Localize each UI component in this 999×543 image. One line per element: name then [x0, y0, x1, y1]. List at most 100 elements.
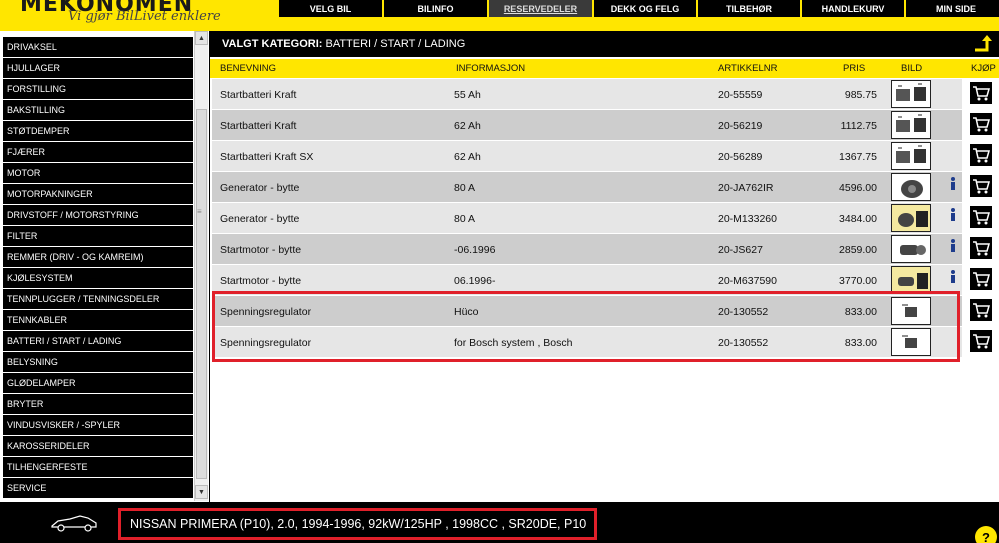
- sidebar-item-drivstoff[interactable]: DRIVSTOFF / MOTORSTYRING: [3, 205, 193, 225]
- sidebar-item-filter[interactable]: FILTER: [3, 226, 193, 246]
- nav-velg-bil[interactable]: VELG BIL: [279, 0, 382, 17]
- shopping-cart-icon[interactable]: [970, 82, 992, 104]
- cell-info: for Bosch system , Bosch: [454, 337, 573, 349]
- shopping-cart-icon[interactable]: [970, 113, 992, 135]
- sidebar-item-stotdemper[interactable]: STØTDEMPER: [3, 121, 193, 141]
- col-header-price[interactable]: PRIS: [843, 63, 865, 74]
- regulator-thumbnail[interactable]: [891, 297, 931, 325]
- category-title: VALGT KATEGORI: BATTERI / START / LADING: [222, 38, 465, 50]
- info-icon[interactable]: [949, 270, 957, 284]
- cell-article: 20-56289: [718, 151, 763, 163]
- table-row[interactable]: Spenningsregulator for Bosch system , Bo…: [212, 327, 962, 357]
- cell-info: -06.1996: [454, 244, 496, 256]
- cell-price: 833.00: [844, 306, 877, 318]
- table-row[interactable]: Generator - bytte 80 A 20-M133260 3484.0…: [212, 203, 962, 233]
- nav-bilinfo[interactable]: BILINFO: [384, 0, 487, 17]
- battery-thumbnail[interactable]: [891, 142, 931, 170]
- cell-name: Startmotor - bytte: [220, 244, 302, 256]
- cell-article: 20-M637590: [718, 275, 777, 287]
- nav-tilbehor[interactable]: TILBEHØR: [698, 0, 800, 17]
- category-sidebar: DRIVAKSEL HJULLAGER FORSTILLING BAKSTILL…: [0, 31, 209, 502]
- nav-min-side[interactable]: MIN SIDE: [906, 0, 999, 17]
- sidebar-item-karosserideler[interactable]: KAROSSERIDELER: [3, 436, 193, 456]
- info-icon[interactable]: [949, 177, 957, 191]
- car-silhouette-icon: [51, 515, 97, 532]
- regulator-thumbnail[interactable]: [891, 328, 931, 356]
- col-header-article[interactable]: ARTIKKELNR: [718, 63, 777, 74]
- scroll-up-arrow-icon[interactable]: ▲: [195, 31, 208, 45]
- table-row[interactable]: Startbatteri Kraft SX 62 Ah 20-56289 136…: [212, 141, 962, 171]
- battery-thumbnail[interactable]: [891, 111, 931, 139]
- sidebar-item-tennplugger[interactable]: TENNPLUGGER / TENNINGSDELER: [3, 289, 193, 309]
- main-content: VALGT KATEGORI: BATTERI / START / LADING…: [210, 31, 999, 502]
- table-row[interactable]: Startbatteri Kraft 62 Ah 20-56219 1112.7…: [212, 110, 962, 140]
- generator-thumbnail[interactable]: [891, 173, 931, 201]
- sidebar-item-tilhengerfeste[interactable]: TILHENGERFESTE: [3, 457, 193, 477]
- cell-article: 20-55559: [718, 89, 763, 101]
- generator-thumbnail[interactable]: [891, 204, 931, 232]
- sidebar-item-fjaerer[interactable]: FJÆRER: [3, 142, 193, 162]
- info-icon[interactable]: [949, 239, 957, 253]
- col-header-image: BILD: [901, 63, 923, 74]
- level-up-arrow-icon[interactable]: [973, 34, 993, 54]
- sidebar-item-tennkabler[interactable]: TENNKABLER: [3, 310, 193, 330]
- sidebar-item-belysning[interactable]: BELYSNING: [3, 352, 193, 372]
- table-row[interactable]: Startmotor - bytte -06.1996 20-JS627 285…: [212, 234, 962, 264]
- sidebar-item-vindusvisker[interactable]: VINDUSVISKER / -SPYLER: [3, 415, 193, 435]
- shopping-cart-icon[interactable]: [970, 206, 992, 228]
- sidebar-item-hjullager[interactable]: HJULLAGER: [3, 58, 193, 78]
- nav-handlekurv[interactable]: HANDLEKURV: [802, 0, 904, 17]
- sidebar-scrollbar[interactable]: ▲ ≡ ▼: [194, 31, 208, 501]
- table-row[interactable]: Startmotor - bytte 06.1996- 20-M637590 3…: [212, 265, 962, 295]
- col-header-buy: KJØP: [971, 63, 996, 74]
- sidebar-item-kjolesystem[interactable]: KJØLESYSTEM: [3, 268, 193, 288]
- cell-info: 80 A: [454, 182, 476, 194]
- sidebar-item-service[interactable]: SERVICE: [3, 478, 193, 498]
- cell-price: 985.75: [844, 89, 877, 101]
- table-row[interactable]: Generator - bytte 80 A 20-JA762IR 4596.0…: [212, 172, 962, 202]
- sidebar-item-motor[interactable]: MOTOR: [3, 163, 193, 183]
- shopping-cart-icon[interactable]: [970, 237, 992, 259]
- sidebar-item-batteri[interactable]: BATTERI / START / LADING: [3, 331, 193, 351]
- sidebar-item-drivaksel[interactable]: DRIVAKSEL: [3, 37, 193, 57]
- sidebar-item-bakstilling[interactable]: BAKSTILLING: [3, 100, 193, 120]
- cell-article: 20-JA762IR: [718, 182, 774, 194]
- sidebar-item-glodelamper[interactable]: GLØDELAMPER: [3, 373, 193, 393]
- cell-info: 62 Ah: [454, 120, 481, 132]
- starter-motor-thumbnail[interactable]: [891, 235, 931, 263]
- sidebar-item-remmer[interactable]: REMMER (DRIV - OG KAMREIM): [3, 247, 193, 267]
- sidebar-item-bryter[interactable]: BRYTER: [3, 394, 193, 414]
- cell-name: Startbatteri Kraft: [220, 120, 297, 132]
- tagline: Vi gjør BilLivet enklere: [68, 9, 221, 24]
- help-button[interactable]: ?: [975, 526, 997, 543]
- cell-article: 20-JS627: [718, 244, 763, 256]
- scroll-down-arrow-icon[interactable]: ▼: [195, 485, 208, 499]
- nav-reservedeler[interactable]: RESERVEDELER: [489, 0, 592, 17]
- category-list: DRIVAKSEL HJULLAGER FORSTILLING BAKSTILL…: [3, 37, 193, 499]
- sidebar-item-forstilling[interactable]: FORSTILLING: [3, 79, 193, 99]
- cell-article: 20-130552: [718, 337, 769, 349]
- selected-car[interactable]: NISSAN PRIMERA (P10), 2.0, 1994-1996, 92…: [130, 517, 586, 531]
- cell-article: 20-56219: [718, 120, 763, 132]
- cell-info: Hüco: [454, 306, 479, 318]
- shopping-cart-icon[interactable]: [970, 268, 992, 290]
- table-header: BENEVNING INFORMASJON ARTIKKELNR PRIS BI…: [210, 59, 999, 78]
- shopping-cart-icon[interactable]: [970, 144, 992, 166]
- cell-price: 1112.75: [840, 120, 877, 132]
- shopping-cart-icon[interactable]: [970, 175, 992, 197]
- nav-dekk-og-felg[interactable]: DEKK OG FELG: [594, 0, 696, 17]
- col-header-info[interactable]: INFORMASJON: [456, 63, 525, 74]
- footer: NISSAN PRIMERA (P10), 2.0, 1994-1996, 92…: [0, 502, 999, 543]
- table-row[interactable]: Spenningsregulator Hüco 20-130552 833.00: [212, 296, 962, 326]
- starter-motor-thumbnail[interactable]: [891, 266, 931, 294]
- sidebar-item-motorpakninger[interactable]: MOTORPAKNINGER: [3, 184, 193, 204]
- cell-price: 2859.00: [839, 244, 877, 256]
- col-header-name[interactable]: BENEVNING: [220, 63, 276, 74]
- shopping-cart-icon[interactable]: [970, 330, 992, 352]
- cell-name: Spenningsregulator: [220, 306, 312, 318]
- info-icon[interactable]: [949, 208, 957, 222]
- shopping-cart-icon[interactable]: [970, 299, 992, 321]
- table-row[interactable]: Startbatteri Kraft 55 Ah 20-55559 985.75: [212, 79, 962, 109]
- scroll-thumb[interactable]: [196, 109, 207, 479]
- battery-thumbnail[interactable]: [891, 80, 931, 108]
